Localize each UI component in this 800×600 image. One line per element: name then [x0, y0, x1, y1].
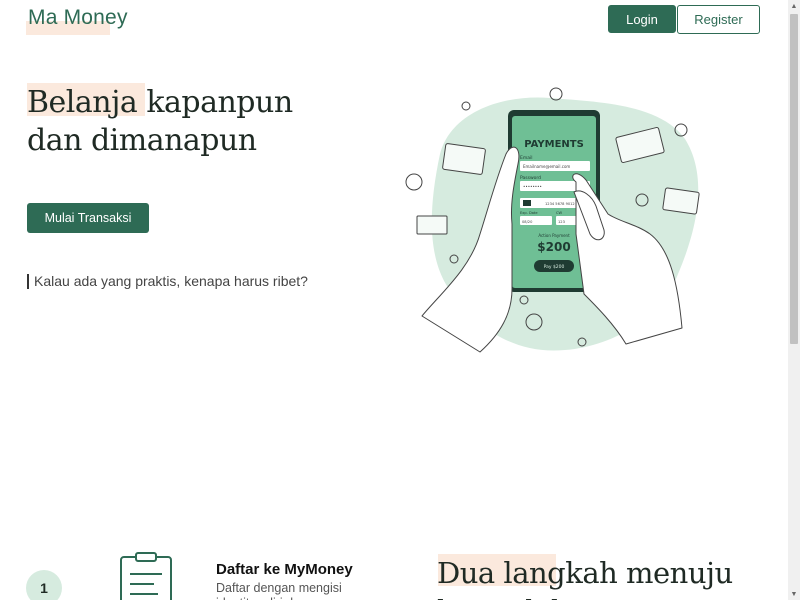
email-label: Email	[520, 155, 533, 161]
email-placeholder: Emailname@email.com	[523, 164, 570, 169]
cvv-label: CW	[556, 211, 563, 215]
amount-value: $200	[537, 240, 570, 254]
step-title: Daftar ke MyMoney	[216, 561, 353, 578]
scroll-up-icon[interactable]: ▲	[788, 0, 800, 12]
page: Ma Money Login Register Belanja kapanpun…	[0, 0, 788, 600]
coin-icon	[549, 87, 563, 101]
scroll-down-icon[interactable]: ▼	[788, 588, 800, 600]
password-value: ••••••••	[523, 184, 542, 189]
typing-cursor	[27, 273, 29, 289]
payment-illustration: PAYMENTS Email Emailname@email.com Passw…	[405, 87, 700, 353]
brand-logo[interactable]: Ma Money	[28, 6, 128, 30]
hero-title: Belanja kapanpun dan dimanapun	[27, 84, 357, 160]
cvv-value: 123	[558, 220, 565, 224]
credit-card-icon	[442, 143, 486, 175]
card-number: 1234 5678 9012	[545, 202, 575, 206]
step-number-badge: 1	[26, 570, 62, 600]
section-title-line-2: kemudahan	[437, 592, 777, 600]
register-button[interactable]: Register	[677, 5, 760, 34]
scroll-thumb[interactable]	[790, 14, 798, 344]
phone-notch	[540, 112, 568, 116]
section-title-line-1: Dua langkah menuju	[437, 556, 733, 590]
login-button[interactable]: Login	[608, 5, 676, 33]
credit-card-icon	[662, 187, 700, 215]
hero-tagline: Kalau ada yang praktis, kenapa harus rib…	[27, 273, 308, 289]
coin-icon	[405, 173, 423, 191]
amount-label: Action Payment	[538, 233, 570, 238]
start-transaction-button[interactable]: Mulai Transaksi	[27, 203, 149, 233]
expiry-label: Exp. Date	[520, 211, 538, 215]
vertical-scrollbar[interactable]: ▲ ▼	[788, 0, 800, 600]
card-chip	[523, 200, 531, 206]
tagline-text: Kalau ada yang praktis, kenapa harus rib…	[34, 273, 308, 289]
phone-header: PAYMENTS	[524, 139, 584, 150]
step-description: Daftar dengan mengisi identitas diri dan…	[216, 581, 342, 600]
pay-button-label: Pay $200	[544, 264, 565, 270]
section-title: Dua langkah menuju kemudahan	[437, 554, 777, 600]
coin-icon	[461, 101, 471, 111]
hero-title-line-1: Belanja kapanpun	[27, 85, 293, 120]
cash-icon	[416, 215, 448, 235]
clipboard-icon	[120, 552, 172, 600]
hero-title-line-2: dan dimanapun	[27, 123, 257, 158]
password-label: Password	[520, 175, 541, 181]
expiry-value: 08/20	[522, 220, 533, 224]
